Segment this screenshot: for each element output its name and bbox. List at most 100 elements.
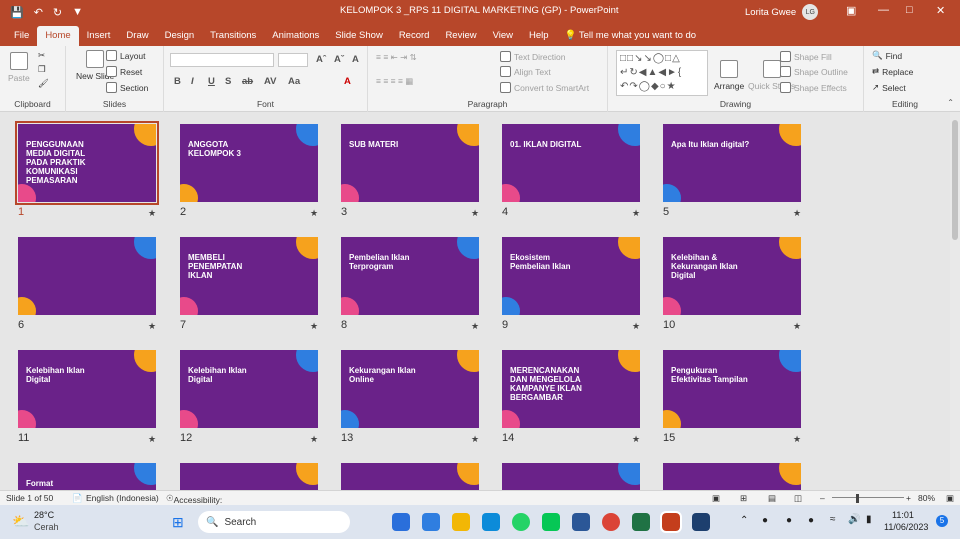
edge-icon[interactable] — [482, 513, 500, 531]
tab-design[interactable]: Design — [157, 26, 203, 46]
underline-button[interactable]: U — [208, 76, 215, 87]
shapes-gallery[interactable]: □□↘↘◯□△ ↵↻◀▲◀►{↶↷◯◆○★ — [616, 50, 708, 96]
transition-star-icon[interactable]: ★ — [148, 208, 156, 219]
bold-button[interactable]: B — [174, 76, 181, 87]
fit-to-window-icon[interactable]: ▣ — [946, 493, 954, 504]
slide-thumbnail[interactable]: Pembelian Iklan Terprogram — [341, 237, 479, 315]
tab-review[interactable]: Review — [437, 26, 484, 46]
zoom-in-icon[interactable]: + — [906, 493, 911, 503]
slide-thumbnail[interactable]: 01. IKLAN DIGITAL — [502, 124, 640, 202]
scrollbar-thumb[interactable] — [952, 120, 958, 240]
slide-thumbnail[interactable] — [180, 463, 318, 490]
font-size-input[interactable] — [278, 53, 308, 67]
slide-thumbnail[interactable] — [341, 463, 479, 490]
slide-show-view-icon[interactable]: ◫ — [794, 493, 802, 504]
transition-star-icon[interactable]: ★ — [148, 434, 156, 445]
strikethrough-button[interactable]: ab — [242, 76, 253, 87]
reset-button[interactable]: Reset — [106, 66, 142, 77]
slide-thumbnail[interactable]: Kelebihan Iklan Digital — [18, 350, 156, 428]
slide-thumbnail[interactable]: Kekurangan Iklan Online — [341, 350, 479, 428]
slide-thumbnail[interactable]: Kelebihan & Kekurangan Iklan Digital — [663, 237, 801, 315]
maximize-icon[interactable]: □ — [906, 4, 913, 16]
slide-thumbnail[interactable]: ANGGOTA KELOMPOK 3 — [180, 124, 318, 202]
slide-thumbnail[interactable]: MERENCANAKAN DAN MENGELOLA KAMPANYE IKLA… — [502, 350, 640, 428]
paste-button[interactable]: Paste — [8, 52, 30, 83]
transition-star-icon[interactable]: ★ — [310, 321, 318, 332]
collapse-ribbon-icon[interactable]: ⌃ — [947, 98, 954, 107]
convert-smartart-button[interactable]: Convert to SmartArt — [500, 82, 589, 93]
taskbar-search[interactable]: 🔍 Search — [198, 511, 350, 533]
align-text-button[interactable]: Align Text — [500, 66, 551, 77]
format-painter-icon[interactable]: 🖌 — [38, 78, 49, 89]
tray-app-icon[interactable]: ● — [762, 515, 768, 526]
spell-check-icon[interactable]: 📄 — [72, 493, 83, 504]
whatsapp-icon[interactable] — [512, 513, 530, 531]
arrange-button[interactable]: Arrange — [714, 60, 744, 91]
clock-date[interactable]: 11/06/2023 — [884, 522, 928, 532]
layout-button[interactable]: Layout — [106, 50, 146, 61]
transition-star-icon[interactable]: ★ — [793, 321, 801, 332]
tab-animations[interactable]: Animations — [264, 26, 327, 46]
redo-icon[interactable]: ↻ — [53, 6, 62, 19]
slide-thumbnail[interactable]: SUB MATERI — [341, 124, 479, 202]
slide-count[interactable]: Slide 1 of 50 — [6, 493, 53, 503]
shape-fill-button[interactable]: Shape Fill — [780, 51, 832, 62]
cut-icon[interactable]: ✂ — [38, 50, 45, 61]
section-button[interactable]: Section — [106, 82, 148, 93]
notification-badge[interactable]: 5 — [936, 515, 948, 527]
transition-star-icon[interactable]: ★ — [148, 321, 156, 332]
tray-app-icon-3[interactable]: ● — [808, 515, 814, 526]
avatar[interactable]: LG — [802, 4, 819, 20]
transition-star-icon[interactable]: ★ — [632, 321, 640, 332]
tab-insert[interactable]: Insert — [79, 26, 119, 46]
line-icon[interactable] — [542, 513, 560, 531]
italic-button[interactable]: I — [191, 76, 194, 87]
slide-thumbnail[interactable]: Format — [18, 463, 156, 490]
tab-slide-show[interactable]: Slide Show — [327, 26, 391, 46]
word-icon[interactable] — [572, 513, 590, 531]
transition-star-icon[interactable]: ★ — [310, 434, 318, 445]
font-name-input[interactable] — [170, 53, 274, 67]
ribbon-display-options-icon[interactable]: ▣ — [846, 4, 856, 17]
battery-icon[interactable]: ▮ — [866, 514, 872, 525]
weather-icon[interactable]: ⛅ — [12, 513, 29, 530]
slide-thumbnail[interactable]: Kelebihan Iklan Digital — [180, 350, 318, 428]
user-name[interactable]: Lorita Gwee — [745, 7, 796, 18]
tab-home[interactable]: Home — [37, 26, 79, 46]
powerpoint-icon[interactable] — [660, 511, 682, 533]
text-direction-button[interactable]: Text Direction — [500, 51, 566, 62]
shape-effects-button[interactable]: Shape Effects — [780, 82, 847, 93]
vertical-scrollbar[interactable] — [950, 112, 960, 490]
align-icons[interactable]: ≡ ≡ ≡ ≡ ▦ — [376, 76, 413, 87]
slide-thumbnail[interactable]: MEMBELI PENEMPATAN IKLAN — [180, 237, 318, 315]
tray-app-icon-2[interactable]: ● — [786, 515, 792, 526]
normal-view-icon[interactable]: ▣ — [712, 493, 720, 504]
select-button[interactable]: ↗ Select — [872, 82, 906, 93]
transition-star-icon[interactable]: ★ — [793, 208, 801, 219]
character-spacing-button[interactable]: AV — [264, 76, 277, 87]
transition-star-icon[interactable]: ★ — [632, 434, 640, 445]
bullets-icon[interactable]: ≡ ≡ ⇤ ⇥ ⇅ — [376, 52, 417, 63]
find-button[interactable]: 🔍 Find — [872, 50, 902, 61]
temperature[interactable]: 28°C — [34, 510, 54, 520]
clock-time[interactable]: 11:01 — [892, 510, 914, 520]
clear-formatting-icon[interactable]: A — [352, 54, 359, 65]
start-icon[interactable]: ⊞ — [172, 514, 184, 531]
language[interactable]: English (Indonesia) — [86, 493, 159, 503]
slide-thumbnail[interactable] — [663, 463, 801, 490]
zoom-level[interactable]: 80% — [918, 493, 935, 503]
wifi-icon[interactable]: ≈ — [830, 514, 836, 525]
transition-star-icon[interactable]: ★ — [471, 434, 479, 445]
excel-icon[interactable] — [632, 513, 650, 531]
tab-help[interactable]: Help — [521, 26, 557, 46]
zoom-out-icon[interactable]: – — [820, 493, 825, 503]
tab-transitions[interactable]: Transitions — [202, 26, 264, 46]
slide-thumbnail[interactable] — [502, 463, 640, 490]
app-icon[interactable] — [692, 513, 710, 531]
change-case-button[interactable]: Aa — [288, 76, 300, 87]
tell-me-search[interactable]: 💡 Tell me what you want to do — [557, 26, 705, 46]
customize-quick-access-icon[interactable]: ▼ — [72, 6, 83, 18]
slide-thumbnail[interactable]: Ekosistem Pembelian Iklan — [502, 237, 640, 315]
minimize-icon[interactable]: — — [878, 4, 889, 16]
transition-star-icon[interactable]: ★ — [632, 208, 640, 219]
